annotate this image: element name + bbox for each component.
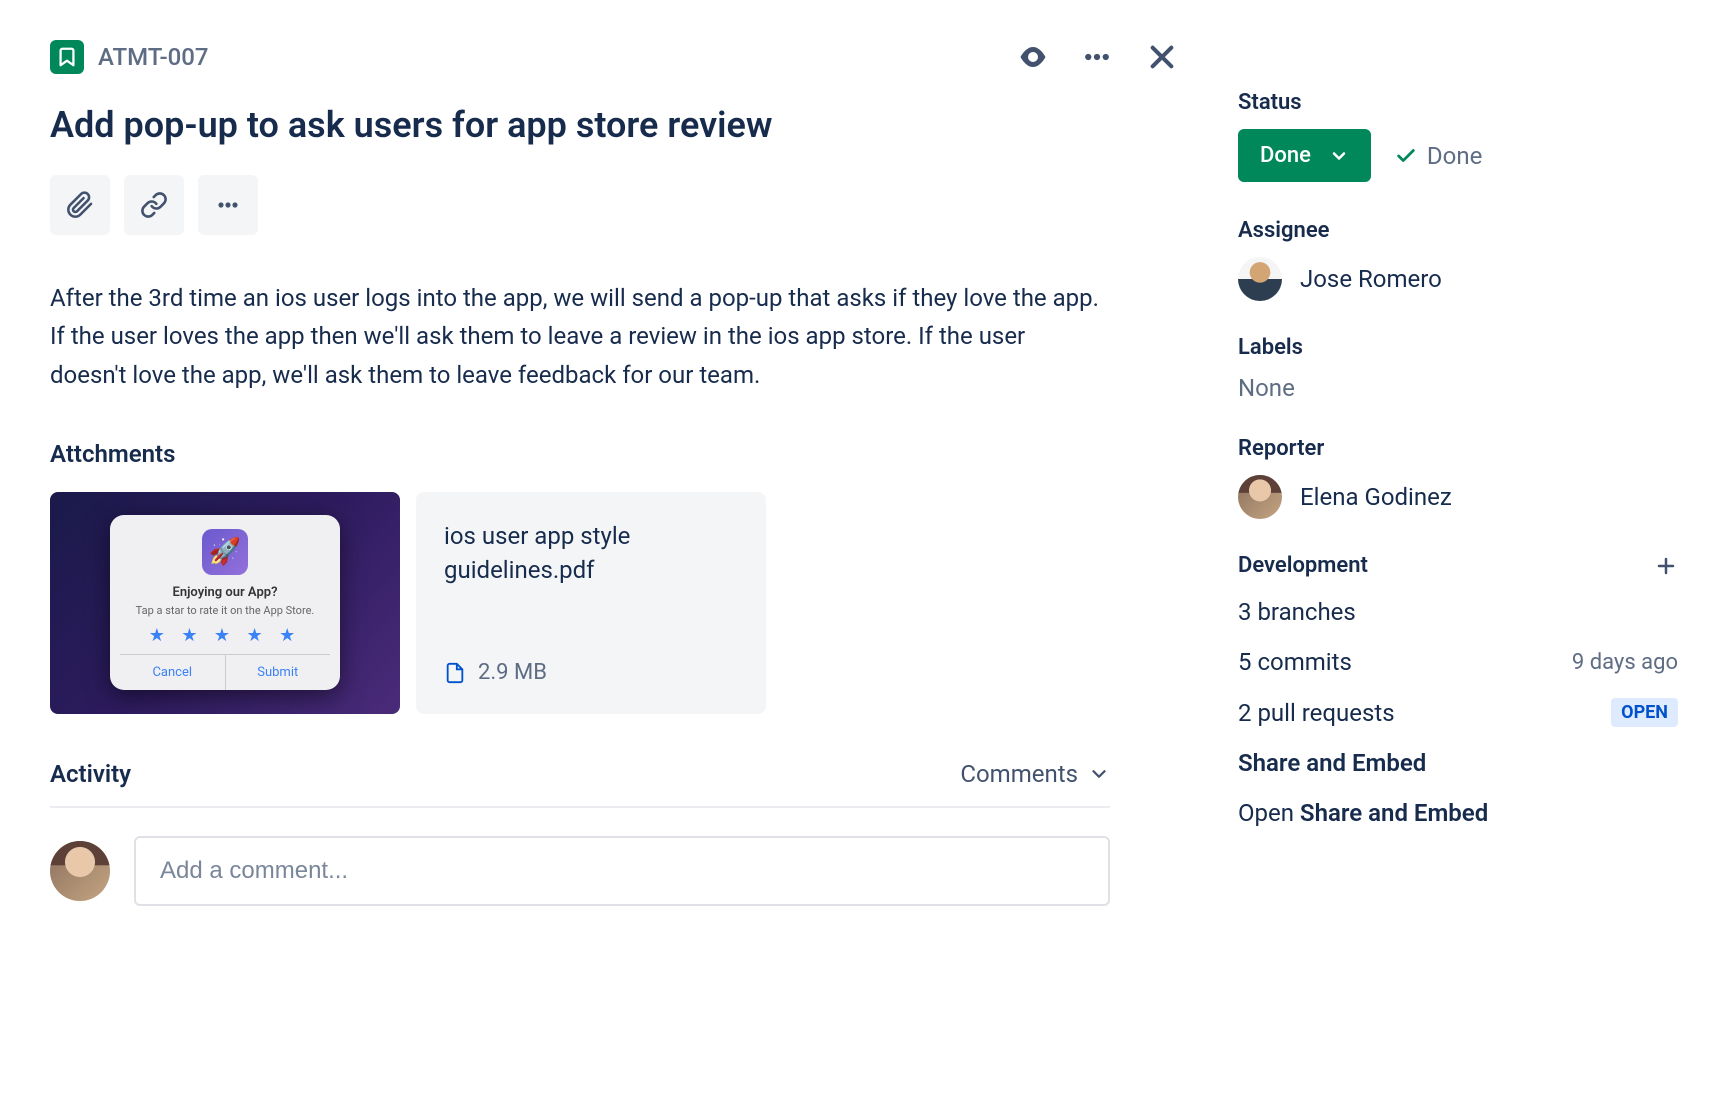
- dev-pull-requests[interactable]: 2 pull requests OPEN: [1238, 698, 1678, 727]
- more-content-button[interactable]: [198, 175, 258, 235]
- attach-button[interactable]: [50, 175, 110, 235]
- status-dropdown[interactable]: Done: [1238, 129, 1371, 182]
- labels-label: Labels: [1238, 335, 1678, 360]
- dev-commits[interactable]: 5 commits 9 days ago: [1238, 648, 1678, 676]
- status-label: Status: [1238, 90, 1678, 115]
- assignee-name: Jose Romero: [1300, 265, 1442, 293]
- watch-button[interactable]: [1018, 42, 1048, 72]
- comment-input[interactable]: [134, 836, 1110, 906]
- reporter-name: Elena Godinez: [1300, 483, 1452, 511]
- labels-value[interactable]: None: [1238, 374, 1678, 402]
- chevron-down-icon: [1088, 763, 1110, 785]
- add-development-button[interactable]: [1654, 554, 1678, 578]
- issue-title[interactable]: Add pop-up to ask users for app store re…: [50, 102, 1178, 149]
- activity-heading: Activity: [50, 760, 131, 788]
- file-icon: [444, 660, 466, 686]
- attachment-file-name: ios user app style guidelines.pdf: [444, 520, 738, 587]
- issue-description[interactable]: After the 3rd time an ios user logs into…: [50, 279, 1100, 394]
- attachment-image[interactable]: 🚀 Enjoying our App? Tap a star to rate i…: [50, 492, 400, 714]
- status-resolution: Done: [1395, 142, 1482, 170]
- attachments-heading: Attchments: [50, 440, 1178, 468]
- assignee-label: Assignee: [1238, 218, 1678, 243]
- more-actions-button[interactable]: [1082, 42, 1112, 72]
- ticket-id[interactable]: ATMT-007: [98, 43, 209, 71]
- check-icon: [1395, 145, 1417, 167]
- ticket-type-icon: [50, 40, 84, 74]
- attachment-image-content: 🚀 Enjoying our App? Tap a star to rate i…: [110, 515, 340, 690]
- assignee-field[interactable]: Jose Romero: [1238, 257, 1678, 301]
- current-user-avatar: [50, 841, 110, 901]
- dev-branches[interactable]: 3 branches: [1238, 598, 1678, 626]
- development-label: Development: [1238, 553, 1368, 578]
- share-embed-label: Share and Embed: [1238, 749, 1678, 777]
- reporter-field[interactable]: Elena Godinez: [1238, 475, 1678, 519]
- share-embed-link[interactable]: Open Share and Embed: [1238, 799, 1678, 827]
- attachment-file-size: 2.9 MB: [478, 660, 547, 685]
- close-button[interactable]: [1146, 41, 1178, 73]
- reporter-avatar: [1238, 475, 1282, 519]
- chevron-down-icon: [1329, 146, 1349, 166]
- link-button[interactable]: [124, 175, 184, 235]
- attachment-file[interactable]: ios user app style guidelines.pdf 2.9 MB: [416, 492, 766, 714]
- pr-status-badge: OPEN: [1611, 698, 1678, 727]
- assignee-avatar: [1238, 257, 1282, 301]
- activity-filter-dropdown[interactable]: Comments: [960, 760, 1110, 788]
- reporter-label: Reporter: [1238, 436, 1678, 461]
- breadcrumb[interactable]: ATMT-007: [50, 40, 209, 74]
